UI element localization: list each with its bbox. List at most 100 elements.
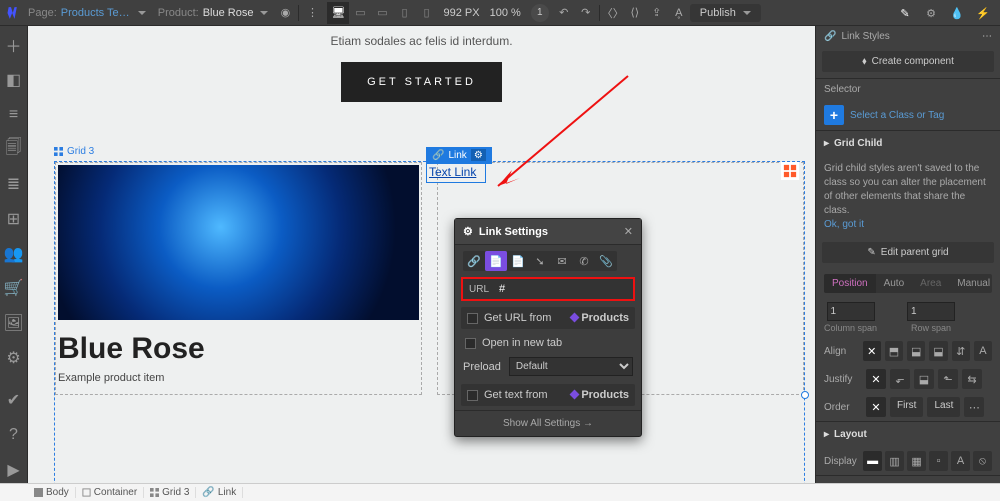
display-inline-icon[interactable]: A	[951, 451, 970, 471]
grid-element-label[interactable]: Grid 3	[54, 146, 94, 157]
cta-button[interactable]: GET STARTED	[341, 62, 502, 102]
justify-end-icon[interactable]: ⬑	[938, 369, 958, 389]
open-new-tab-row[interactable]: Open in new tab	[455, 333, 641, 353]
link-type-phone-icon[interactable]: ✆	[573, 251, 595, 271]
display-grid-icon[interactable]: ▦	[907, 451, 926, 471]
link-type-page-icon[interactable]: 📄	[485, 251, 507, 271]
droplet-icon[interactable]: 💧	[944, 0, 970, 26]
justify-start-icon[interactable]: ⬐	[890, 369, 910, 389]
changes-badge[interactable]: 1	[531, 4, 549, 22]
link-type-section-icon[interactable]: ➘	[529, 251, 551, 271]
add-class-button[interactable]: +	[824, 105, 844, 125]
settings-icon[interactable]: ⚙	[0, 344, 28, 371]
get-url-from-row[interactable]: Get URL from Products	[461, 307, 635, 329]
breadcrumb-body[interactable]: Body	[28, 487, 76, 498]
display-inline-block-icon[interactable]: ▫	[929, 451, 948, 471]
row-span-input[interactable]	[907, 302, 955, 321]
video-icon[interactable]: ▶	[0, 456, 28, 483]
viewport-tablet-h-icon[interactable]: ▭	[371, 2, 393, 24]
cube-icon[interactable]: ◧	[0, 67, 28, 94]
cart-icon[interactable]: 🛒	[0, 275, 28, 302]
preview-icon[interactable]: ◉	[274, 0, 296, 26]
cms-icon[interactable]: ≣	[0, 171, 28, 198]
viewport-desktop-icon[interactable]: 🖥	[327, 2, 349, 24]
viewport-mobile-l-icon[interactable]: ▯	[393, 2, 415, 24]
breadcrumb-grid[interactable]: Grid 3	[144, 487, 196, 498]
navigator-icon[interactable]: ≡	[0, 101, 28, 128]
link-type-email-icon[interactable]: ✉	[551, 251, 573, 271]
assets-icon[interactable]: 🖼	[0, 310, 28, 337]
get-text-checkbox[interactable]	[467, 390, 478, 401]
order-more-icon[interactable]: ⋯	[964, 397, 984, 417]
link-type-url-icon[interactable]: 🔗	[463, 251, 485, 271]
get-url-checkbox[interactable]	[467, 313, 478, 324]
layout-heading[interactable]: ▸ Layout	[816, 422, 1000, 447]
breadcrumb-container[interactable]: Container	[76, 487, 144, 498]
align-start-icon[interactable]: ⬒	[885, 341, 903, 361]
align-baseline-icon[interactable]: A	[974, 341, 992, 361]
get-text-from-row[interactable]: Get text from Products	[461, 384, 635, 406]
page-selector[interactable]: Products Tem…	[61, 7, 131, 19]
grid-child-heading[interactable]: ▸ Grid Child	[816, 131, 1000, 156]
users-icon[interactable]: 👥	[0, 240, 28, 267]
edit-parent-grid-button[interactable]: ✎Edit parent grid	[822, 242, 994, 263]
justify-stretch-icon[interactable]: ⇆	[962, 369, 982, 389]
breadcrumb-link[interactable]: 🔗Link	[196, 487, 243, 498]
create-component-button[interactable]: ⬧Create component	[822, 51, 994, 72]
canvas-area[interactable]: Etiam sodales ac felis id interdum. GET …	[28, 26, 815, 483]
order-last-button[interactable]: Last	[927, 397, 960, 417]
product-selector[interactable]: Blue Rose	[203, 7, 254, 19]
selector-input[interactable]: Select a Class or Tag	[850, 110, 944, 121]
show-all-settings[interactable]: Show All Settings →	[455, 410, 641, 436]
column-span-input[interactable]	[827, 302, 875, 321]
justify-none-icon[interactable]: ✕	[866, 369, 886, 389]
webflow-logo-icon[interactable]	[0, 0, 22, 26]
viewport-tablet-icon[interactable]: ▭	[349, 2, 371, 24]
ok-got-it-link[interactable]: Ok, got it	[824, 219, 864, 230]
text-link-anchor[interactable]: Text Link	[429, 165, 476, 179]
add-icon[interactable]: ＋	[0, 32, 28, 59]
undo-icon[interactable]: ↶	[553, 0, 575, 26]
display-none-icon[interactable]: ⦸	[973, 451, 992, 471]
viewport-mobile-icon[interactable]: ▯	[415, 2, 437, 24]
order-first-button[interactable]: First	[890, 397, 923, 417]
position-auto[interactable]: Auto	[876, 274, 913, 293]
display-block-icon[interactable]: ▬	[863, 451, 882, 471]
settings-gear-icon[interactable]: ⚙	[918, 0, 944, 26]
justify-center-icon[interactable]: ⬓	[914, 369, 934, 389]
link-type-attach-icon[interactable]: 📎	[595, 251, 617, 271]
display-flex-icon[interactable]: ▥	[885, 451, 904, 471]
audit-icon[interactable]: Ḁ	[668, 0, 690, 26]
align-end-icon[interactable]: ⬓	[929, 341, 947, 361]
position-area[interactable]: Area	[912, 274, 949, 293]
position-manual[interactable]: Manual	[949, 274, 992, 293]
spacing-heading[interactable]: ▸ Spacing	[816, 476, 1000, 483]
align-none-icon[interactable]: ✕	[863, 341, 881, 361]
more-icon[interactable]: ⋯	[982, 31, 992, 42]
publish-button[interactable]: Publish	[690, 4, 761, 22]
close-icon[interactable]: ✕	[624, 225, 633, 238]
align-center-icon[interactable]: ⬓	[907, 341, 925, 361]
help-icon[interactable]: ?	[0, 422, 28, 449]
link-type-file-icon[interactable]: 📄	[507, 251, 529, 271]
align-stretch-icon[interactable]: ⇵	[952, 341, 970, 361]
product-title: Blue Rose	[58, 332, 205, 366]
selected-text-link[interactable]: Text Link	[426, 161, 486, 183]
order-none-icon[interactable]: ✕	[866, 397, 886, 417]
preload-select[interactable]: Default	[509, 357, 633, 376]
code-icon[interactable]: ⟨⟩	[624, 0, 646, 26]
position-position[interactable]: Position	[824, 274, 876, 293]
resize-handle[interactable]	[801, 391, 809, 399]
brush-icon[interactable]: ✎	[892, 0, 918, 26]
redo-icon[interactable]: ↷	[575, 0, 597, 26]
error-badge-icon[interactable]	[781, 162, 799, 180]
check-icon[interactable]: ✔	[0, 387, 28, 414]
pages-icon[interactable]: 🗐	[0, 136, 28, 163]
url-input[interactable]	[499, 283, 619, 295]
more-icon[interactable]: ⋮	[301, 0, 323, 26]
export-icon[interactable]: ⇪	[646, 0, 668, 26]
interactions-icon[interactable]: ⚡	[970, 0, 996, 26]
brackets-icon[interactable]: 〈〉	[602, 0, 624, 26]
ecommerce-icon[interactable]: ⊞	[0, 206, 28, 233]
new-tab-checkbox[interactable]	[465, 338, 476, 349]
